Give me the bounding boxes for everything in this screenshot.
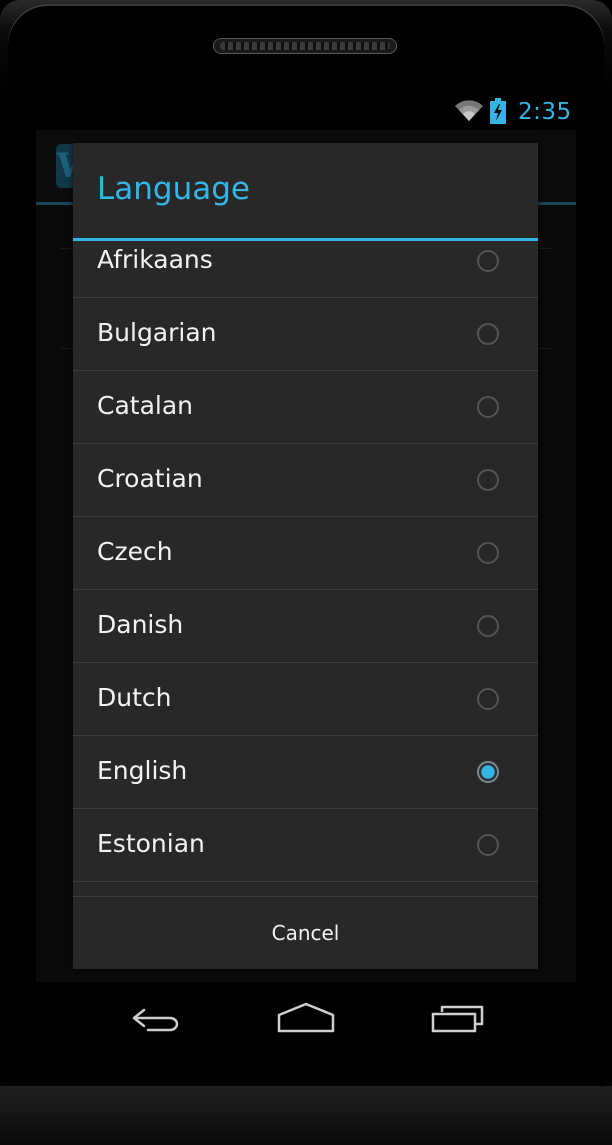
- radio-button[interactable]: [477, 469, 499, 491]
- radio-button-selected[interactable]: [477, 761, 499, 783]
- list-item-czech[interactable]: Czech: [73, 517, 538, 590]
- clock: 2:35: [518, 99, 572, 125]
- list-item-estonian[interactable]: Estonian: [73, 809, 538, 882]
- list-item-catalan[interactable]: Catalan: [73, 371, 538, 444]
- radio-button[interactable]: [477, 688, 499, 710]
- list-item-label: Bulgarian: [97, 318, 217, 347]
- wifi-icon: [455, 100, 483, 121]
- list-item-label: Estonian: [97, 829, 205, 858]
- list-item-dutch[interactable]: Dutch: [73, 663, 538, 736]
- radio-button[interactable]: [477, 615, 499, 637]
- language-list[interactable]: Afrikaans Bulgarian Catalan Croatian Cze…: [73, 241, 538, 995]
- home-icon[interactable]: [277, 1002, 335, 1034]
- list-item-label: Afrikaans: [97, 245, 213, 274]
- list-item-danish[interactable]: Danish: [73, 590, 538, 663]
- radio-button[interactable]: [477, 323, 499, 345]
- dialog-title: Language: [97, 171, 250, 207]
- radio-button[interactable]: [477, 250, 499, 272]
- list-item-label: Czech: [97, 537, 173, 566]
- phone-chin: [0, 1086, 612, 1145]
- cancel-button[interactable]: Cancel: [73, 897, 538, 969]
- language-dialog: Language Afrikaans Bulgarian Catalan Cro…: [73, 143, 538, 969]
- status-bar: 2:35: [36, 92, 576, 130]
- radio-button[interactable]: [477, 834, 499, 856]
- radio-button[interactable]: [477, 542, 499, 564]
- list-item-label: Dutch: [97, 683, 172, 712]
- list-item-afrikaans[interactable]: Afrikaans: [73, 241, 538, 298]
- recent-apps-icon[interactable]: [430, 1004, 486, 1034]
- list-item-label: Catalan: [97, 391, 194, 420]
- list-item-english[interactable]: English: [73, 736, 538, 809]
- navigation-bar: [36, 982, 576, 1062]
- speaker-grille: [213, 38, 397, 54]
- back-icon[interactable]: [130, 1004, 182, 1034]
- list-item-label: English: [97, 756, 188, 785]
- list-item-croatian[interactable]: Croatian: [73, 444, 538, 517]
- battery-charging-icon: [490, 98, 506, 124]
- list-item-label: Croatian: [97, 464, 203, 493]
- radio-button[interactable]: [477, 396, 499, 418]
- list-item-bulgarian[interactable]: Bulgarian: [73, 298, 538, 371]
- list-item-label: Danish: [97, 610, 184, 639]
